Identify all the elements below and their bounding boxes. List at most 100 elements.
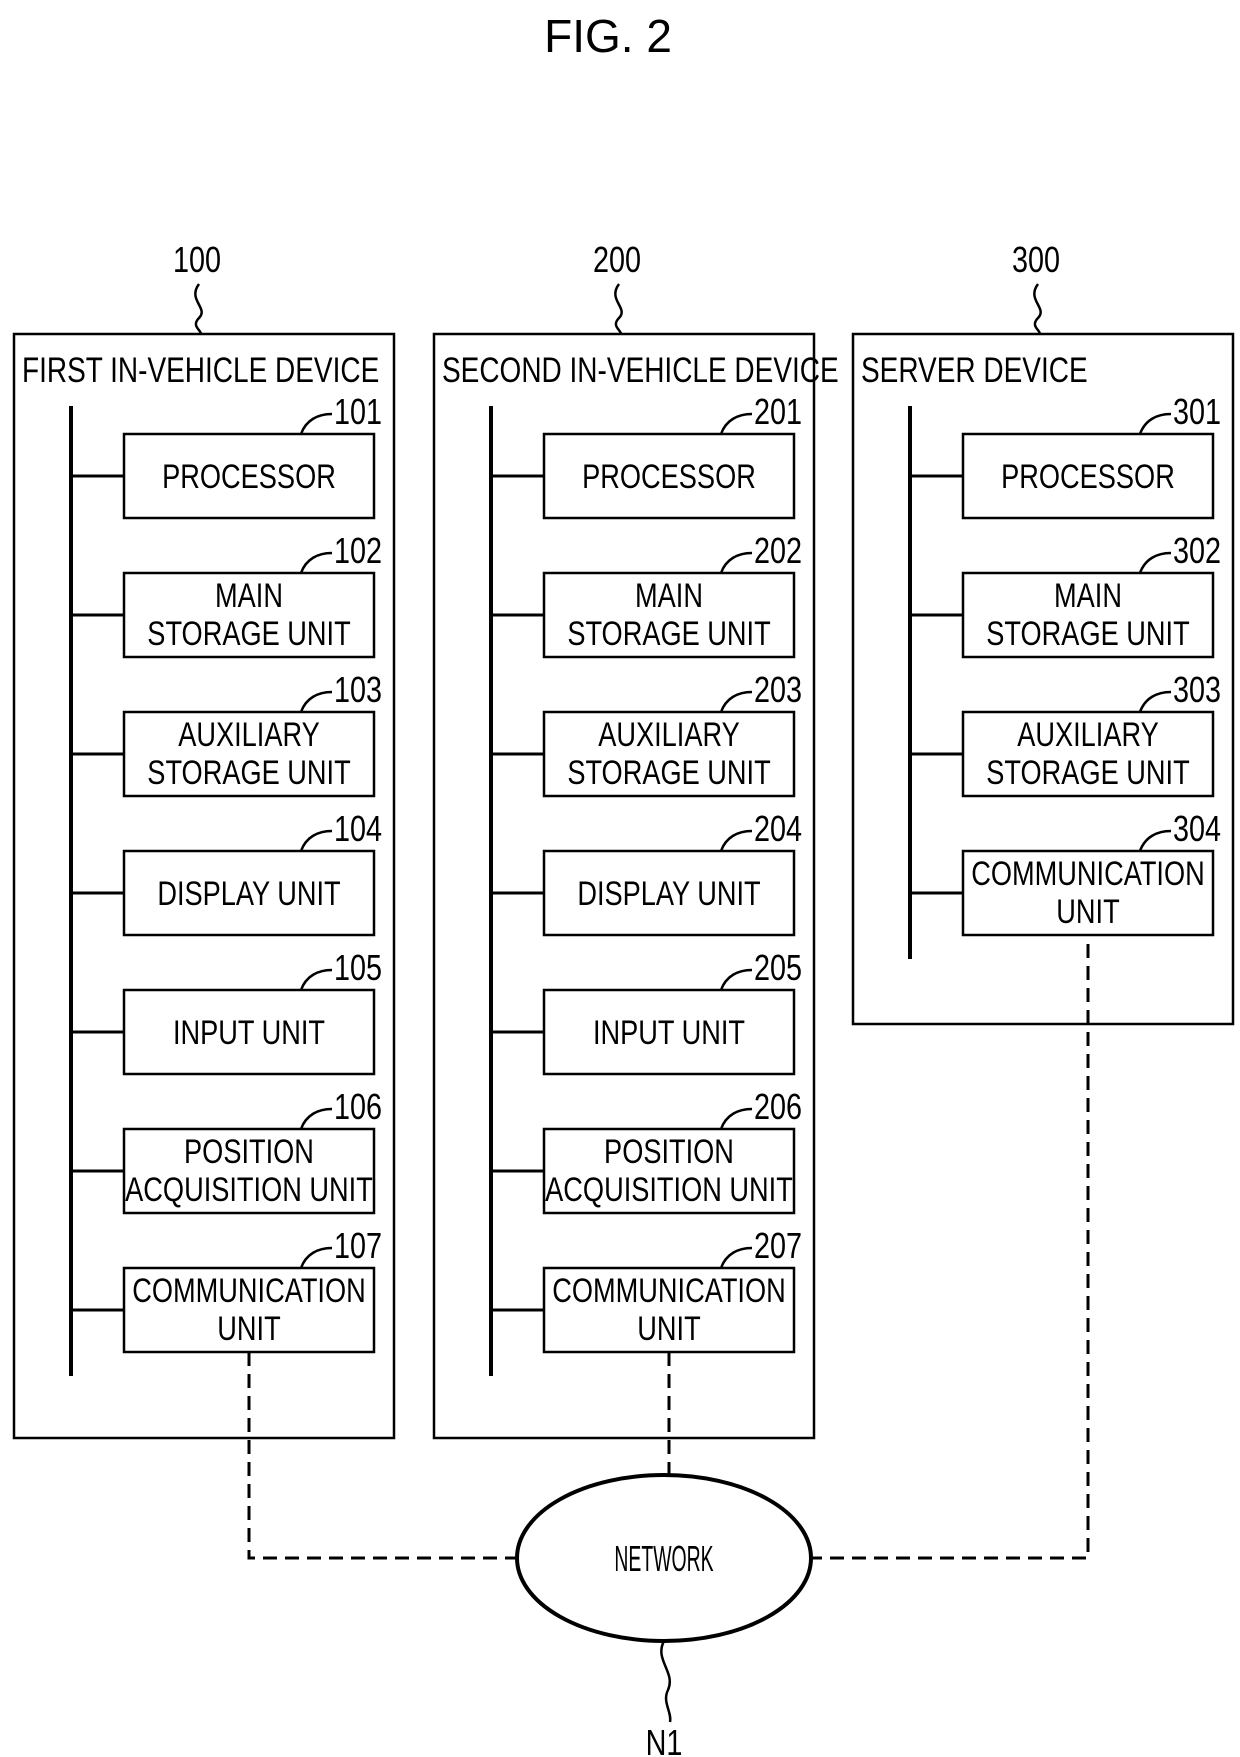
unit-ref: 102 — [334, 530, 382, 571]
unit-304: 304 COMMUNICATIONUNIT — [910, 808, 1221, 937]
unit-label: DISPLAY UNIT — [577, 874, 760, 913]
unit-ref: 204 — [754, 808, 802, 849]
unit-label-line: UNIT — [1056, 892, 1120, 931]
unit-ref-leader — [299, 551, 333, 574]
device-ref: 200 — [593, 239, 641, 280]
unit-ref-leader — [299, 829, 333, 852]
unit-label: PROCESSOR — [1001, 457, 1175, 496]
unit-301: 301 PROCESSOR — [910, 391, 1221, 520]
unit-ref: 301 — [1173, 391, 1221, 432]
unit-ref-leader — [719, 690, 753, 713]
link-server-device — [811, 944, 1090, 1560]
unit-ref: 201 — [754, 391, 802, 432]
unit-ref: 303 — [1173, 669, 1221, 710]
unit-label-line: UNIT — [217, 1309, 281, 1348]
unit-ref-leader — [719, 968, 753, 991]
unit-label-line: POSITION — [184, 1132, 314, 1171]
network-ref-leader — [660, 1640, 672, 1723]
unit-101: 101 PROCESSOR — [71, 391, 382, 520]
unit-label: INPUT UNIT — [173, 1013, 325, 1052]
unit-ref: 205 — [754, 947, 802, 988]
device-100: 100FIRST IN-VEHICLE DEVICE101PROCESSOR10… — [12, 239, 396, 1440]
unit-303: 303 AUXILIARYSTORAGE UNIT — [910, 669, 1221, 798]
unit-ref-leader — [719, 829, 753, 852]
unit-ref: 206 — [754, 1086, 802, 1127]
unit-label-line: ACQUISITION UNIT — [125, 1170, 373, 1209]
figure-title: FIG. 2 — [544, 10, 672, 62]
unit-102: 102 MAINSTORAGE UNIT — [71, 530, 382, 659]
device-name: FIRST IN-VEHICLE DEVICE — [22, 350, 379, 390]
unit-label-line: POSITION — [604, 1132, 734, 1171]
device-200: 200SECOND IN-VEHICLE DEVICE201PROCESSOR2… — [432, 239, 839, 1440]
unit-ref: 101 — [334, 391, 382, 432]
unit-104: 104 DISPLAY UNIT — [71, 808, 382, 937]
device-ref-leader — [194, 283, 203, 335]
unit-ref: 207 — [754, 1225, 802, 1266]
unit-label-line: STORAGE UNIT — [986, 614, 1190, 653]
unit-ref: 202 — [754, 530, 802, 571]
unit-label-line: AUXILIARY — [178, 715, 320, 754]
unit-ref: 203 — [754, 669, 802, 710]
device-ref: 300 — [1012, 239, 1060, 280]
unit-ref-leader — [299, 1107, 333, 1130]
unit-106: 106 POSITIONACQUISITION UNIT — [71, 1086, 382, 1215]
unit-203: 203 AUXILIARYSTORAGE UNIT — [491, 669, 802, 798]
unit-label: INPUT UNIT — [593, 1013, 745, 1052]
unit-205: 205INPUT UNIT — [491, 947, 802, 1076]
unit-204: 204 DISPLAY UNIT — [491, 808, 802, 937]
unit-ref: 304 — [1173, 808, 1221, 849]
unit-label-line: AUXILIARY — [1017, 715, 1159, 754]
unit-105: 105INPUT UNIT — [71, 947, 382, 1076]
unit-label-line: ACQUISITION UNIT — [545, 1170, 793, 1209]
unit-label: DISPLAY UNIT — [157, 874, 340, 913]
unit-202: 202 MAINSTORAGE UNIT — [491, 530, 802, 659]
network-ref: N1 — [646, 1722, 683, 1757]
unit-label-line: STORAGE UNIT — [147, 753, 351, 792]
unit-label-line: COMMUNICATION — [552, 1271, 786, 1310]
unit-ref-leader — [1138, 690, 1172, 713]
unit-ref-leader — [719, 551, 753, 574]
unit-label: PROCESSOR — [162, 457, 336, 496]
devices-layer: 100FIRST IN-VEHICLE DEVICE101PROCESSOR10… — [12, 239, 1235, 1440]
unit-label-line: COMMUNICATION — [971, 854, 1205, 893]
unit-ref-leader — [1138, 412, 1172, 435]
unit-label-line: MAIN — [1054, 576, 1122, 615]
unit-ref-leader — [299, 968, 333, 991]
block-diagram: FIG. 2 100 FIRST IN-VEHICLE DEVICE101 PROC… — [12, 10, 1235, 1757]
unit-label-line: STORAGE UNIT — [567, 614, 771, 653]
unit-ref-leader — [299, 412, 333, 435]
unit-label-line: AUXILIARY — [598, 715, 740, 754]
unit-label-line: UNIT — [637, 1309, 701, 1348]
unit-ref-leader — [299, 1246, 333, 1269]
unit-label: PROCESSOR — [582, 457, 756, 496]
unit-ref-leader — [299, 690, 333, 713]
unit-ref: 106 — [334, 1086, 382, 1127]
device-name: SECOND IN-VEHICLE DEVICE — [442, 350, 839, 390]
unit-206: 206 POSITIONACQUISITION UNIT — [491, 1086, 802, 1215]
unit-label-line: MAIN — [635, 576, 703, 615]
unit-201: 201 PROCESSOR — [491, 391, 802, 520]
unit-103: 103 AUXILIARYSTORAGE UNIT — [71, 669, 382, 798]
unit-302: 302 MAINSTORAGE UNIT — [910, 530, 1221, 659]
unit-107: 107 COMMUNICATIONUNIT — [71, 1225, 382, 1354]
device-ref: 100 — [173, 239, 221, 280]
unit-ref: 104 — [334, 808, 382, 849]
unit-ref-leader — [719, 412, 753, 435]
device-name: SERVER DEVICE — [861, 350, 1088, 390]
network-label: NETWORK — [614, 1538, 713, 1579]
unit-ref-leader — [719, 1107, 753, 1130]
unit-ref-leader — [1138, 551, 1172, 574]
unit-label-line: STORAGE UNIT — [147, 614, 351, 653]
device-ref-leader — [614, 283, 623, 335]
unit-label-line: STORAGE UNIT — [986, 753, 1190, 792]
unit-label-line: MAIN — [215, 576, 283, 615]
device-300: 300SERVER DEVICE301PROCESSOR302MAINSTORA… — [851, 239, 1235, 1026]
unit-ref: 107 — [334, 1225, 382, 1266]
unit-label-line: COMMUNICATION — [132, 1271, 366, 1310]
unit-207: 207 COMMUNICATIONUNIT — [491, 1225, 802, 1354]
unit-ref-leader — [719, 1246, 753, 1269]
device-ref-leader — [1033, 283, 1042, 335]
unit-label-line: STORAGE UNIT — [567, 753, 771, 792]
unit-ref: 103 — [334, 669, 382, 710]
unit-ref: 302 — [1173, 530, 1221, 571]
